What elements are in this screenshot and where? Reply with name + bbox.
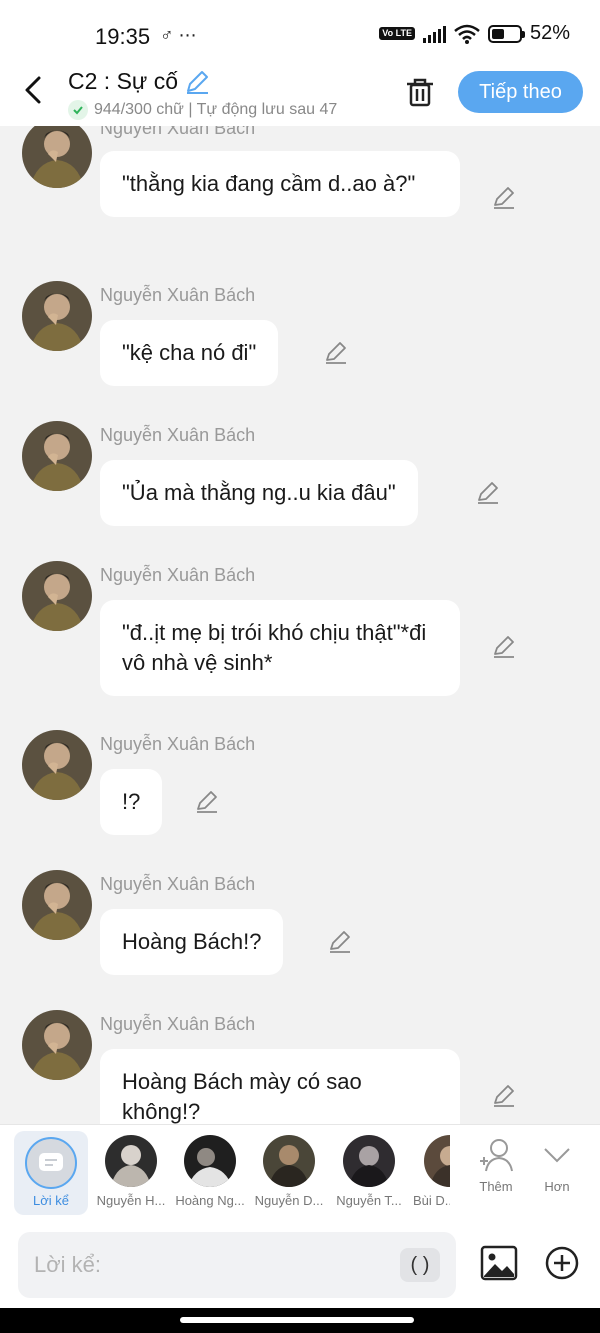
more-button[interactable]: Hơn [529, 1137, 585, 1194]
home-handle[interactable] [180, 1317, 414, 1323]
character-avatar [105, 1135, 157, 1187]
chat-editor-screen: 19:35 ♂ ⋯ Vo LTE 52% C2 : Sự cố 944/300 … [0, 0, 600, 1333]
signal-icon [422, 25, 446, 43]
avatar[interactable] [22, 870, 92, 940]
character-avatar [343, 1135, 395, 1187]
message-bubble[interactable]: "thằng kia đang cầm d..ao à?" [100, 151, 460, 217]
system-nav-bar [0, 1308, 600, 1333]
edit-icon[interactable] [323, 339, 349, 365]
character-avatar [263, 1135, 315, 1187]
battery-icon [487, 24, 525, 43]
character-label: Hoàng Ng... [175, 1193, 245, 1208]
edit-icon[interactable] [475, 479, 501, 505]
sender-name: Nguyễn Xuân Bách [100, 874, 256, 894]
message-bubble[interactable]: "kệ cha nó đi" [100, 320, 279, 386]
check-icon [68, 100, 88, 120]
header: C2 : Sự cố 944/300 chữ | Tự động lưu sau… [0, 62, 600, 126]
sender-name: Nguyễn Xuân Bách [100, 565, 256, 585]
save-status: 944/300 chữ | Tự động lưu sau 47 [68, 100, 337, 120]
narration-button[interactable]: Lời kể [14, 1131, 88, 1215]
trash-icon[interactable] [402, 74, 438, 110]
wifi-icon [454, 24, 480, 44]
sender-name: Nguyễn Xuân Bách [100, 425, 256, 445]
add-character-button[interactable]: Thêm [468, 1137, 524, 1194]
edit-icon[interactable] [327, 928, 353, 954]
composer: ( ) [0, 1222, 600, 1308]
add-character-label: Thêm [479, 1179, 513, 1194]
more-label: Hơn [544, 1179, 570, 1194]
sender-name: Nguyễn Xuân Bách [100, 126, 256, 138]
status-left-icons: ♂ ⋯ [160, 25, 197, 45]
character-avatar [184, 1135, 236, 1187]
narration-icon [39, 1153, 63, 1171]
edit-icon[interactable] [491, 633, 517, 659]
character-avatar [424, 1135, 450, 1187]
edit-title-icon[interactable] [184, 69, 210, 95]
sender-name: Nguyễn Xuân Bách [100, 1014, 256, 1034]
character-item[interactable]: Hoàng Ng... [171, 1131, 249, 1208]
message-bubble[interactable]: Hoàng Bách mày có sao không!? [100, 1049, 460, 1124]
avatar[interactable] [22, 1010, 92, 1080]
character-bar: Lời kể Nguyễn H... Hoàng Ng... Nguyễn D.… [0, 1124, 600, 1222]
parenthesis-button[interactable]: ( ) [400, 1248, 440, 1282]
status-time: 19:35 [95, 24, 151, 49]
sender-name: Nguyễn Xuân Bách [100, 285, 256, 305]
character-item[interactable]: Bùi D... [410, 1131, 450, 1208]
avatar[interactable] [22, 561, 92, 631]
avatar[interactable] [22, 281, 92, 351]
status-right-icons: Vo LTE 52% [379, 22, 570, 45]
avatar[interactable] [22, 730, 92, 800]
chevron-down-icon [544, 1148, 570, 1163]
save-status-text: 944/300 chữ | Tự động lưu sau 47 [94, 101, 338, 118]
character-item[interactable]: Nguyễn H... [92, 1131, 170, 1208]
character-item[interactable]: Nguyễn D... [250, 1131, 328, 1208]
battery-percent: 52% [529, 22, 570, 44]
volte-icon: Vo LTE [379, 27, 415, 40]
add-person-icon [480, 1139, 513, 1172]
message-bubble[interactable]: Hoàng Bách!? [100, 909, 284, 975]
plus-icon[interactable] [545, 1246, 579, 1280]
avatar[interactable] [22, 126, 92, 188]
message-bubble[interactable]: "đ..ịt mẹ bị trói khó chịu thật"*đi vô n… [100, 600, 460, 696]
edit-icon[interactable] [491, 184, 517, 210]
character-label: Bùi D... [413, 1193, 450, 1208]
character-label: Nguyễn D... [254, 1193, 324, 1208]
narration-input[interactable] [18, 1232, 456, 1298]
character-label: Nguyễn T... [336, 1193, 402, 1208]
status-bar: 19:35 ♂ ⋯ Vo LTE 52% [0, 0, 600, 62]
image-icon[interactable] [480, 1244, 518, 1282]
avatar[interactable] [22, 421, 92, 491]
chapter-title[interactable]: C2 : Sự cố [68, 68, 210, 95]
character-label: Nguyễn H... [96, 1193, 166, 1208]
sender-name: Nguyễn Xuân Bách [100, 734, 256, 754]
character-item[interactable]: Nguyễn T... [330, 1131, 408, 1208]
message-bubble[interactable]: "Ủa mà thằng ng..u kia đâu" [100, 460, 418, 526]
chat-list[interactable]: Nguyễn Xuân Bách "thằng kia đang cầm d..… [0, 126, 600, 1124]
chapter-title-text: C2 : Sự cố [68, 68, 178, 94]
narration-label: Lời kể [33, 1193, 69, 1208]
next-button[interactable]: Tiếp theo [458, 71, 583, 113]
message-bubble[interactable]: !? [100, 769, 163, 835]
edit-icon[interactable] [194, 788, 220, 814]
edit-icon[interactable] [491, 1082, 517, 1108]
back-icon[interactable] [18, 74, 50, 106]
